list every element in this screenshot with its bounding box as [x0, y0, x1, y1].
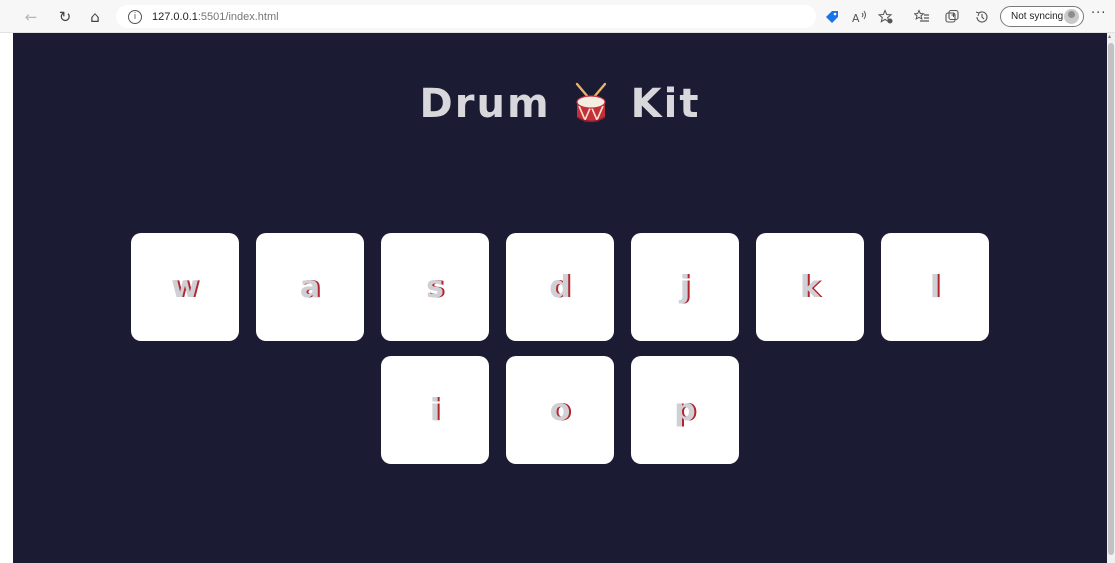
browser-toolbar: ← ↻ ⌂ i 127.0.0.1:5501/index.html A Not … [0, 0, 1115, 33]
home-icon[interactable]: ⌂ [84, 6, 106, 28]
drum-set: w a s d j k l i o p [13, 233, 1107, 479]
drum-row-2: i o p [13, 356, 1107, 464]
reload-icon[interactable]: ↻ [54, 6, 76, 28]
read-aloud-icon[interactable]: A [850, 7, 870, 27]
drum-row-1: w a s d j k l [13, 233, 1107, 341]
favorites-icon[interactable] [912, 7, 932, 27]
page-left-margin [0, 33, 13, 563]
title-drum-word: Drum [419, 81, 551, 127]
drum-key-s[interactable]: s [381, 233, 489, 341]
favorite-icon[interactable] [876, 7, 896, 27]
address-bar[interactable]: i 127.0.0.1:5501/index.html [116, 5, 816, 28]
history-icon[interactable] [972, 7, 992, 27]
sync-label: Not syncing [1011, 11, 1064, 22]
more-options-icon[interactable]: ··· [1091, 6, 1106, 21]
tag-icon[interactable] [822, 7, 842, 27]
svg-text:A: A [852, 12, 860, 24]
scroll-up-icon[interactable]: ▴ [1108, 34, 1114, 40]
drum-key-o[interactable]: o [506, 356, 614, 464]
drum-key-j[interactable]: j [631, 233, 739, 341]
avatar [1064, 9, 1079, 24]
url-path: :5501/index.html [197, 10, 279, 23]
drum-key-a[interactable]: a [256, 233, 364, 341]
vertical-scrollbar[interactable]: ▴ [1107, 33, 1115, 563]
title-kit-word: Kit [630, 81, 701, 127]
drum-key-i[interactable]: i [381, 356, 489, 464]
scrollbar-thumb[interactable] [1108, 43, 1114, 555]
page-title: Drum Kit [13, 81, 1107, 127]
drum-icon [571, 82, 611, 126]
drum-key-l[interactable]: l [881, 233, 989, 341]
collections-icon[interactable] [942, 7, 962, 27]
drum-key-k[interactable]: k [756, 233, 864, 341]
drum-key-d[interactable]: d [506, 233, 614, 341]
back-icon[interactable]: ← [20, 6, 42, 28]
url-host: 127.0.0.1 [152, 10, 198, 23]
drum-key-w[interactable]: w [131, 233, 239, 341]
page-content: Drum Kit w a s d j k l i o p [13, 33, 1107, 563]
profile-sync-button[interactable]: Not syncing [1000, 6, 1084, 27]
site-info-icon[interactable]: i [128, 9, 142, 24]
drum-key-p[interactable]: p [631, 356, 739, 464]
